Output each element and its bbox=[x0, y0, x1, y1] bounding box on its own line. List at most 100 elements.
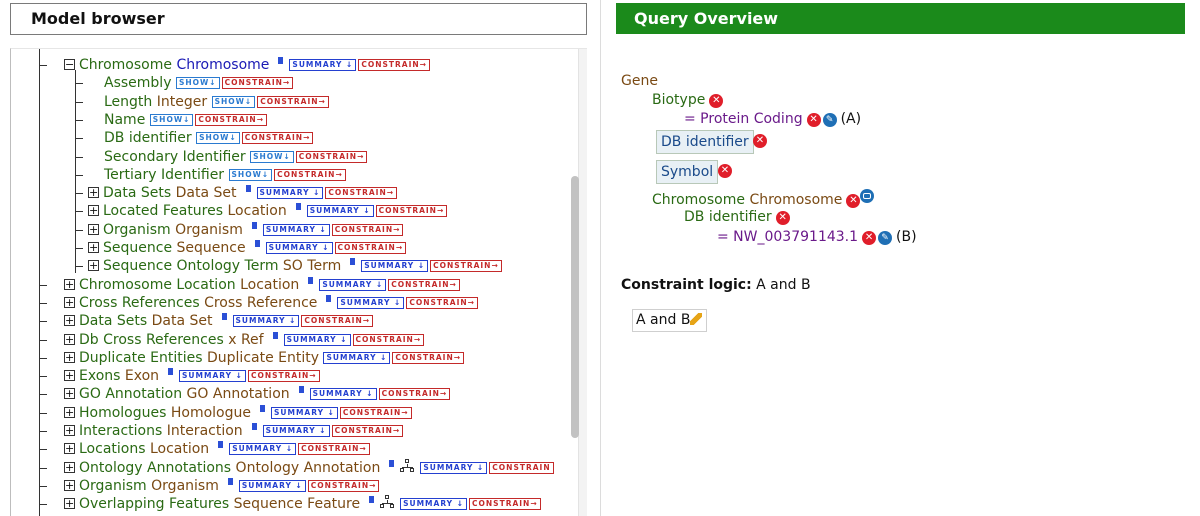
query-chromosome-node[interactable]: Chromosome Chromosome ✕ bbox=[652, 189, 875, 209]
tree-row[interactable]: DB identifier SHOW↓ CONSTRAIN→ bbox=[104, 129, 315, 147]
constrain-button[interactable]: CONSTRAIN→ bbox=[331, 223, 404, 236]
constrain-button[interactable]: CONSTRAIN→ bbox=[298, 443, 370, 456]
info-icon[interactable] bbox=[272, 331, 278, 339]
tree-field-name[interactable]: Data Sets bbox=[79, 313, 147, 329]
expand-icon[interactable]: + bbox=[64, 406, 75, 418]
expand-icon[interactable]: + bbox=[64, 498, 75, 510]
summary-button[interactable]: SUMMARY ↓ bbox=[420, 461, 488, 474]
info-icon[interactable] bbox=[350, 258, 356, 266]
tree-row[interactable]: Assembly SHOW↓ CONSTRAIN→ bbox=[104, 74, 295, 92]
remove-constraint-b-icon[interactable]: ✕ bbox=[862, 231, 877, 245]
expand-icon[interactable]: + bbox=[64, 351, 75, 363]
tree-row[interactable]: + Data Sets Data Set SUMMARY ↓ CONSTRAIN→ bbox=[64, 312, 375, 330]
tree-field-name[interactable]: Homologues bbox=[79, 405, 166, 421]
query-root-gene[interactable]: Gene bbox=[621, 72, 658, 90]
tree-field-name[interactable]: Sequence bbox=[103, 240, 172, 256]
edit-constraint-icon[interactable]: ✎ bbox=[822, 113, 837, 127]
remove-symbol-icon[interactable]: ✕ bbox=[718, 164, 732, 178]
constrain-button[interactable]: CONSTRAIN→ bbox=[325, 187, 398, 200]
collapse-node-icon[interactable] bbox=[860, 189, 875, 203]
summary-button[interactable]: SUMMARY ↓ bbox=[256, 187, 324, 200]
summary-button[interactable]: SUMMARY ↓ bbox=[262, 425, 330, 437]
show-button[interactable]: SHOW↓ bbox=[228, 168, 273, 181]
tree-row[interactable]: + Exons Exon SUMMARY ↓ CONSTRAIN→ bbox=[64, 367, 322, 385]
tree-row[interactable]: + Homologues Homologue SUMMARY ↓ CONSTRAIN→ bbox=[64, 404, 414, 422]
constrain-button[interactable]: CONSTRAIN→ bbox=[274, 168, 346, 181]
expand-icon[interactable]: + bbox=[64, 296, 75, 308]
remove-db-identifier-icon[interactable]: ✕ bbox=[753, 134, 767, 148]
tree-field-name[interactable]: Db Cross References bbox=[79, 332, 224, 348]
tree-field-name[interactable]: GO Annotation bbox=[79, 386, 182, 402]
expand-icon[interactable]: + bbox=[64, 388, 75, 400]
info-icon[interactable] bbox=[251, 221, 257, 229]
tree-field-name[interactable]: Chromosome bbox=[79, 57, 172, 73]
tree-field-name[interactable]: Tertiary Identifier bbox=[104, 167, 224, 183]
tree-field-name[interactable]: DB identifier bbox=[104, 130, 192, 146]
tree-row[interactable]: + Cross References Cross Reference SUMMARY… bbox=[64, 294, 480, 312]
tree-field-name[interactable]: Name bbox=[104, 112, 145, 128]
constrain-button[interactable]: CONSTRAIN→ bbox=[352, 333, 425, 346]
info-icon[interactable] bbox=[245, 185, 251, 193]
tree-field-name[interactable]: Organism bbox=[79, 478, 147, 494]
tree-row[interactable]: + Data Sets Data Set SUMMARY ↓ CONSTRAIN→ bbox=[88, 184, 399, 202]
collapse-icon[interactable]: − bbox=[64, 59, 75, 70]
constrain-button[interactable]: CONSTRAIN→ bbox=[388, 278, 460, 291]
summary-button[interactable]: SUMMARY ↓ bbox=[232, 315, 300, 328]
constrain-button[interactable]: CONSTRAIN→ bbox=[307, 479, 380, 492]
summary-button[interactable]: SUMMARY ↓ bbox=[361, 260, 429, 273]
expand-icon[interactable]: + bbox=[64, 425, 75, 436]
tree-field-name[interactable]: Assembly bbox=[104, 75, 171, 91]
summary-button[interactable]: SUMMARY ↓ bbox=[323, 351, 391, 364]
info-icon[interactable] bbox=[326, 294, 332, 302]
tree-field-name[interactable]: Cross References bbox=[79, 295, 200, 311]
tree-row[interactable]: + GO Annotation GO Annotation SUMMARY ↓ CON… bbox=[64, 385, 452, 403]
info-icon[interactable] bbox=[278, 57, 284, 64]
tree-field-name[interactable]: Locations bbox=[79, 441, 146, 457]
constrain-button[interactable]: CONSTRAIN→ bbox=[247, 370, 320, 383]
constrain-button[interactable]: CONSTRAIN→ bbox=[241, 132, 314, 145]
constrain-button[interactable]: CONSTRAIN→ bbox=[339, 406, 412, 419]
tree-row[interactable]: + Duplicate Entities Duplicate Entity SUM… bbox=[64, 349, 466, 367]
expand-icon[interactable]: + bbox=[64, 479, 75, 491]
constrain-button[interactable]: CONSTRAIN→ bbox=[257, 95, 329, 108]
tree-row[interactable]: + Ontology Annotations Ontology Annotatio… bbox=[64, 458, 556, 477]
info-icon[interactable] bbox=[221, 313, 227, 321]
tree-row[interactable]: + Located Features Location SUMMARY ↓ CONST… bbox=[88, 202, 449, 220]
expand-icon[interactable]: + bbox=[64, 278, 75, 290]
info-icon[interactable] bbox=[168, 368, 174, 376]
summary-button[interactable]: SUMMARY ↓ bbox=[265, 242, 333, 254]
constrain-button[interactable]: CONSTRAIN→ bbox=[430, 260, 502, 273]
tree-row[interactable]: Secondary Identifier SHOW↓ CONSTRAIN→ bbox=[104, 148, 369, 166]
constrain-button[interactable]: CONSTRAIN→ bbox=[469, 498, 541, 511]
info-icon[interactable] bbox=[254, 240, 260, 247]
constrain-button[interactable]: CONSTRAIN→ bbox=[221, 77, 294, 90]
tree-field-name[interactable]: Ontology Annotations bbox=[79, 460, 231, 476]
info-icon[interactable] bbox=[298, 386, 304, 394]
tree-field-name[interactable]: Interactions bbox=[79, 423, 162, 439]
show-button[interactable]: SHOW↓ bbox=[175, 77, 220, 90]
tree-scrollbar-track[interactable] bbox=[578, 49, 587, 516]
summary-button[interactable]: SUMMARY ↓ bbox=[271, 406, 338, 419]
show-button[interactable]: SHOW↓ bbox=[250, 150, 294, 163]
constrain-button[interactable]: CONSTRAIN→ bbox=[295, 150, 368, 163]
pencil-icon[interactable] bbox=[690, 313, 703, 325]
tree-field-name[interactable]: Duplicate Entities bbox=[79, 350, 203, 366]
info-icon[interactable] bbox=[218, 441, 224, 449]
tree-field-name[interactable]: Organism bbox=[103, 222, 171, 238]
show-button[interactable]: SHOW↓ bbox=[196, 132, 240, 145]
expand-icon[interactable]: + bbox=[88, 205, 99, 217]
constrain-button[interactable]: CONSTRAIN→ bbox=[375, 205, 448, 218]
tree-field-name[interactable]: Data Sets bbox=[103, 185, 171, 201]
summary-button[interactable]: SUMMARY ↓ bbox=[262, 223, 330, 236]
tree-row[interactable]: + Db Cross References x Ref SUMMARY ↓ CONST… bbox=[64, 331, 426, 349]
info-icon[interactable] bbox=[308, 276, 314, 284]
summary-button[interactable]: SUMMARY ↓ bbox=[337, 296, 405, 309]
info-icon[interactable] bbox=[389, 459, 395, 467]
constrain-button[interactable]: CONSTRAIN→ bbox=[301, 315, 374, 328]
info-icon[interactable] bbox=[260, 404, 265, 412]
remove-chrom-db-icon[interactable]: ✕ bbox=[775, 211, 790, 225]
summary-button[interactable]: SUMMARY ↓ bbox=[283, 333, 351, 346]
symbol-pill[interactable]: Symbol bbox=[656, 160, 719, 184]
summary-button[interactable]: SUMMARY ↓ bbox=[319, 278, 387, 291]
tree-row[interactable]: + Interactions Interaction SUMMARY ↓ CONSTR… bbox=[64, 422, 405, 440]
